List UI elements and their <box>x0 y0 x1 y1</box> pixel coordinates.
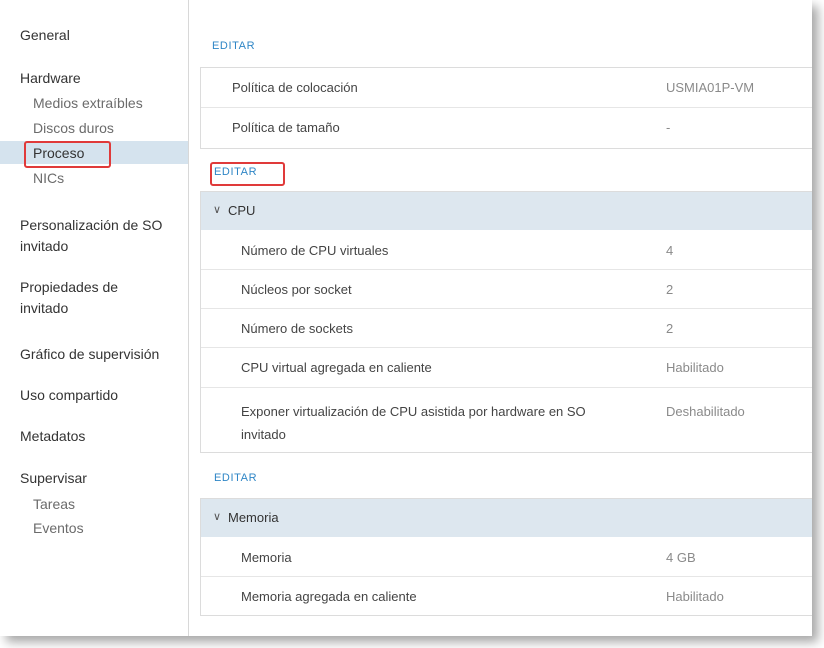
chevron-down-icon: ∨ <box>213 204 222 216</box>
row-value: 4 <box>666 243 674 258</box>
sidebar-item-tasks[interactable]: Tareas <box>33 496 75 512</box>
table-row: Política de colocación USMIA01P-VM <box>201 68 812 108</box>
row-value: USMIA01P-VM <box>666 80 755 95</box>
sidebar-item-guest-os-customization[interactable]: Personalización de SO invitado <box>20 217 162 259</box>
sidebar-item-metadata[interactable]: Metadatos <box>20 428 85 444</box>
sidebar-item-general[interactable]: General <box>20 27 70 43</box>
table-row: Número de sockets 2 <box>201 309 812 348</box>
row-label: Número de CPU virtuales <box>241 243 389 258</box>
row-label: CPU virtual agregada en caliente <box>241 360 432 375</box>
annotation-highlight-processing <box>24 141 111 168</box>
table-row: CPU virtual agregada en caliente Habilit… <box>201 348 812 388</box>
edit-policies-link[interactable]: EDITAR <box>212 40 255 52</box>
edit-memory-link[interactable]: EDITAR <box>214 472 257 484</box>
row-value: 2 <box>666 321 674 336</box>
sidebar-item-hard-disks[interactable]: Discos duros <box>33 120 114 136</box>
row-label: Memoria <box>241 550 292 565</box>
table-row: Memoria 4 GB <box>201 538 812 577</box>
cpu-card: ∨ CPU Número de CPU virtuales 4 Núcleos … <box>200 191 812 453</box>
memory-section-header[interactable]: ∨ Memoria <box>201 499 812 537</box>
sidebar-label-line2: invitado <box>20 300 69 316</box>
sidebar-label-line1: Propiedades de <box>20 279 119 295</box>
row-value: - <box>666 120 671 135</box>
sidebar-item-nics[interactable]: NICs <box>33 170 64 186</box>
sidebar-item-sharing[interactable]: Uso compartido <box>20 387 118 403</box>
sidebar-label-line1: Personalización de SO <box>20 217 163 233</box>
row-value: Deshabilitado <box>666 404 745 419</box>
memory-card: ∨ Memoria Memoria 4 GB Memoria agregada … <box>200 498 812 616</box>
row-label: Número de sockets <box>241 321 353 336</box>
section-title: Memoria <box>228 510 279 525</box>
table-row: Memoria agregada en caliente Habilitado <box>201 577 812 615</box>
table-row: Número de CPU virtuales 4 <box>201 231 812 270</box>
row-value: Habilitado <box>666 589 724 604</box>
row-label: Núcleos por socket <box>241 282 352 297</box>
sidebar-label-line2: invitado <box>20 238 69 254</box>
sidebar: General Hardware Medios extraíbles Disco… <box>0 0 189 636</box>
row-value: Habilitado <box>666 360 724 375</box>
sidebar-item-monitor[interactable]: Supervisar <box>20 470 87 486</box>
sidebar-item-hardware[interactable]: Hardware <box>20 70 81 86</box>
row-label: Política de colocación <box>232 80 358 95</box>
cpu-section-header[interactable]: ∨ CPU <box>201 192 812 230</box>
policies-card: Política de colocación USMIA01P-VM Polít… <box>200 67 812 149</box>
table-row: Política de tamaño - <box>201 108 812 148</box>
table-row: Exponer virtualización de CPU asistida p… <box>201 388 812 452</box>
row-label-line1: Exponer virtualización de CPU asistida p… <box>241 404 586 419</box>
sidebar-item-monitoring-chart[interactable]: Gráfico de supervisión <box>20 346 159 362</box>
chevron-down-icon: ∨ <box>213 511 222 523</box>
row-label-line2: invitado <box>241 427 286 442</box>
app-frame: General Hardware Medios extraíbles Disco… <box>0 0 812 636</box>
sidebar-item-events[interactable]: Eventos <box>33 520 84 536</box>
sidebar-item-removable-media[interactable]: Medios extraíbles <box>33 95 143 111</box>
main-content: EDITAR Política de colocación USMIA01P-V… <box>189 0 812 636</box>
row-label: Memoria agregada en caliente <box>241 589 417 604</box>
section-title: CPU <box>228 203 256 218</box>
row-value: 4 GB <box>666 550 696 565</box>
annotation-highlight-edit <box>210 162 285 186</box>
row-label: Exponer virtualización de CPU asistida p… <box>241 400 586 446</box>
row-label: Política de tamaño <box>232 120 340 135</box>
sidebar-item-guest-properties[interactable]: Propiedades de invitado <box>20 279 118 321</box>
row-value: 2 <box>666 282 674 297</box>
table-row: Núcleos por socket 2 <box>201 270 812 309</box>
